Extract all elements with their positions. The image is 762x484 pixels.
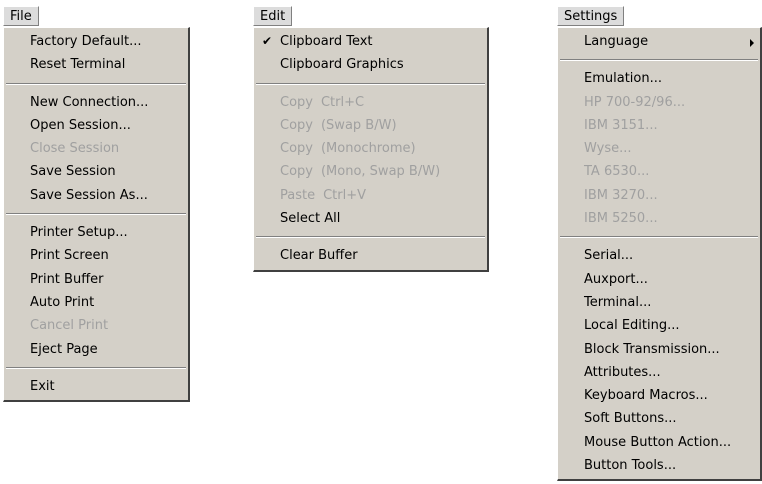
menu-item-wyse: Wyse... <box>584 141 632 157</box>
menu-item-soft-buttons[interactable]: Soft Buttons... <box>558 407 760 430</box>
menu-item-keyboard-macros[interactable]: Keyboard Macros... <box>558 384 760 407</box>
menu-item-suffix: (Mono, Swap B/W) <box>320 164 441 180</box>
menu-item-label: Copy <box>280 117 313 133</box>
menu-item-exit[interactable]: Exit <box>4 375 188 398</box>
menu-item-shortcut: Ctrl+C <box>320 94 365 110</box>
settings-menu-title[interactable]: Settings <box>557 6 625 26</box>
menu-item-close-session: Close Session <box>30 141 120 157</box>
file-menu-title[interactable]: File <box>3 6 39 26</box>
menu-item-copy-monochrome: Copy (Monochrome) <box>254 137 487 160</box>
menu-item-reset-terminal[interactable]: Reset Terminal <box>4 53 188 76</box>
menu-item-clear-buffer[interactable]: Clear Buffer <box>254 244 487 267</box>
menu-item-copy-swap-bw: Copy (Swap B/W) <box>254 114 487 137</box>
menu-item-auto-print[interactable]: Auto Print <box>4 291 188 314</box>
menu-item-paste: Paste Ctrl+V <box>254 184 487 207</box>
menu-item-print-buffer[interactable]: Print Buffer <box>4 268 188 291</box>
menu-item-attributes[interactable]: Attributes... <box>558 361 760 384</box>
menu-item-button-tools[interactable]: Button Tools... <box>558 454 760 477</box>
menu-item-save-session[interactable]: Save Session <box>4 160 188 183</box>
menu-item-select-all[interactable]: Select All <box>254 207 487 230</box>
menu-item-serial[interactable]: Serial... <box>558 244 760 267</box>
menu-item-save-session-as[interactable]: Save Session As... <box>4 184 188 207</box>
checkmark-icon: ✔ <box>262 34 273 48</box>
menu-item-auxport[interactable]: Auxport... <box>558 268 760 291</box>
menu-item-block-transmission[interactable]: Block Transmission... <box>558 338 760 361</box>
menu-item-label: Copy <box>280 164 313 180</box>
menu-item-ibm-5250: IBM 5250... <box>584 211 658 227</box>
menu-item-language[interactable]: Language <box>558 30 760 53</box>
menu-item-shortcut: Ctrl+V <box>323 187 367 203</box>
menu-item-cancel-print: Cancel Print <box>30 318 109 334</box>
menu-separator <box>6 82 186 85</box>
edit-menu-title[interactable]: Edit <box>253 6 293 26</box>
menu-item-label: Language <box>584 34 649 49</box>
menu-item-ibm-3151: IBM 3151... <box>584 117 658 133</box>
menu-item-suffix: (Monochrome) <box>320 141 416 157</box>
menu-item-new-connection[interactable]: New Connection... <box>4 91 188 114</box>
menu-item-copy-mono-swap: Copy (Mono, Swap B/W) <box>254 160 487 183</box>
edit-menu-dropdown: ✔ Clipboard Text Clipboard Graphics Copy… <box>253 27 489 272</box>
menu-separator <box>256 236 485 239</box>
settings-menu-dropdown: Language Emulation... HP 700-92/96... IB… <box>557 27 762 482</box>
menu-separator <box>6 213 186 216</box>
menu-separator <box>560 236 758 239</box>
menu-item-label: Clipboard Text <box>280 34 373 49</box>
menu-item-ta-6530: TA 6530... <box>584 164 650 180</box>
menu-item-label: Copy <box>280 94 313 110</box>
submenu-arrow-icon <box>750 39 754 47</box>
menu-separator <box>6 366 186 369</box>
menu-item-clipboard-graphics[interactable]: Clipboard Graphics <box>254 53 487 76</box>
menu-item-clipboard-text[interactable]: ✔ Clipboard Text <box>254 30 487 53</box>
menu-item-copy: Copy Ctrl+C <box>254 91 487 114</box>
menu-item-label: Copy <box>280 141 313 157</box>
menu-item-hp-700: HP 700-92/96... <box>584 94 686 110</box>
menu-item-ibm-3270: IBM 3270... <box>584 187 658 203</box>
menu-item-open-session[interactable]: Open Session... <box>4 114 188 137</box>
menu-item-terminal[interactable]: Terminal... <box>558 291 760 314</box>
menu-separator <box>560 59 758 62</box>
menu-item-label: Paste <box>280 187 316 203</box>
menu-item-print-screen[interactable]: Print Screen <box>4 244 188 267</box>
menu-item-eject-page[interactable]: Eject Page <box>4 338 188 361</box>
menu-item-mouse-button-action[interactable]: Mouse Button Action... <box>558 431 760 454</box>
menu-item-factory-default[interactable]: Factory Default... <box>4 30 188 53</box>
file-menu-dropdown: Factory Default... Reset Terminal New Co… <box>3 27 190 403</box>
menu-separator <box>256 82 485 85</box>
menu-item-printer-setup[interactable]: Printer Setup... <box>4 221 188 244</box>
menu-item-local-editing[interactable]: Local Editing... <box>558 314 760 337</box>
menu-item-emulation[interactable]: Emulation... <box>558 67 760 90</box>
menu-item-suffix: (Swap B/W) <box>320 117 397 133</box>
